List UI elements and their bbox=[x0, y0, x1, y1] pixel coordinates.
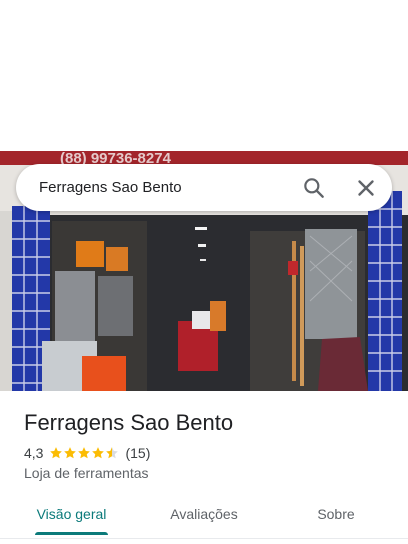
star-icon bbox=[92, 447, 105, 459]
place-tabs: Visão geral Avaliações Sobre bbox=[0, 497, 408, 537]
active-tab-indicator bbox=[35, 532, 108, 535]
tab-about[interactable]: Sobre bbox=[306, 497, 366, 531]
search-input[interactable] bbox=[39, 164, 279, 211]
star-half-icon bbox=[106, 447, 119, 459]
star-icon bbox=[64, 447, 77, 459]
search-icon bbox=[304, 178, 324, 198]
rating-stars bbox=[49, 446, 119, 460]
place-category: Loja de ferramentas bbox=[24, 465, 149, 481]
tab-reviews[interactable]: Avaliações bbox=[160, 497, 248, 531]
star-icon bbox=[50, 447, 63, 459]
star-icon bbox=[78, 447, 91, 459]
place-title: Ferragens Sao Bento bbox=[24, 410, 234, 435]
tab-overview[interactable]: Visão geral bbox=[35, 497, 108, 531]
review-count: (15) bbox=[125, 445, 151, 461]
rating-row[interactable]: 4,3 (15) bbox=[24, 444, 150, 462]
search-button[interactable] bbox=[301, 175, 327, 201]
search-bar bbox=[16, 164, 392, 211]
close-icon bbox=[358, 180, 374, 196]
rating-value: 4,3 bbox=[24, 445, 44, 461]
tabs-divider bbox=[0, 538, 408, 539]
close-button[interactable] bbox=[353, 175, 379, 201]
